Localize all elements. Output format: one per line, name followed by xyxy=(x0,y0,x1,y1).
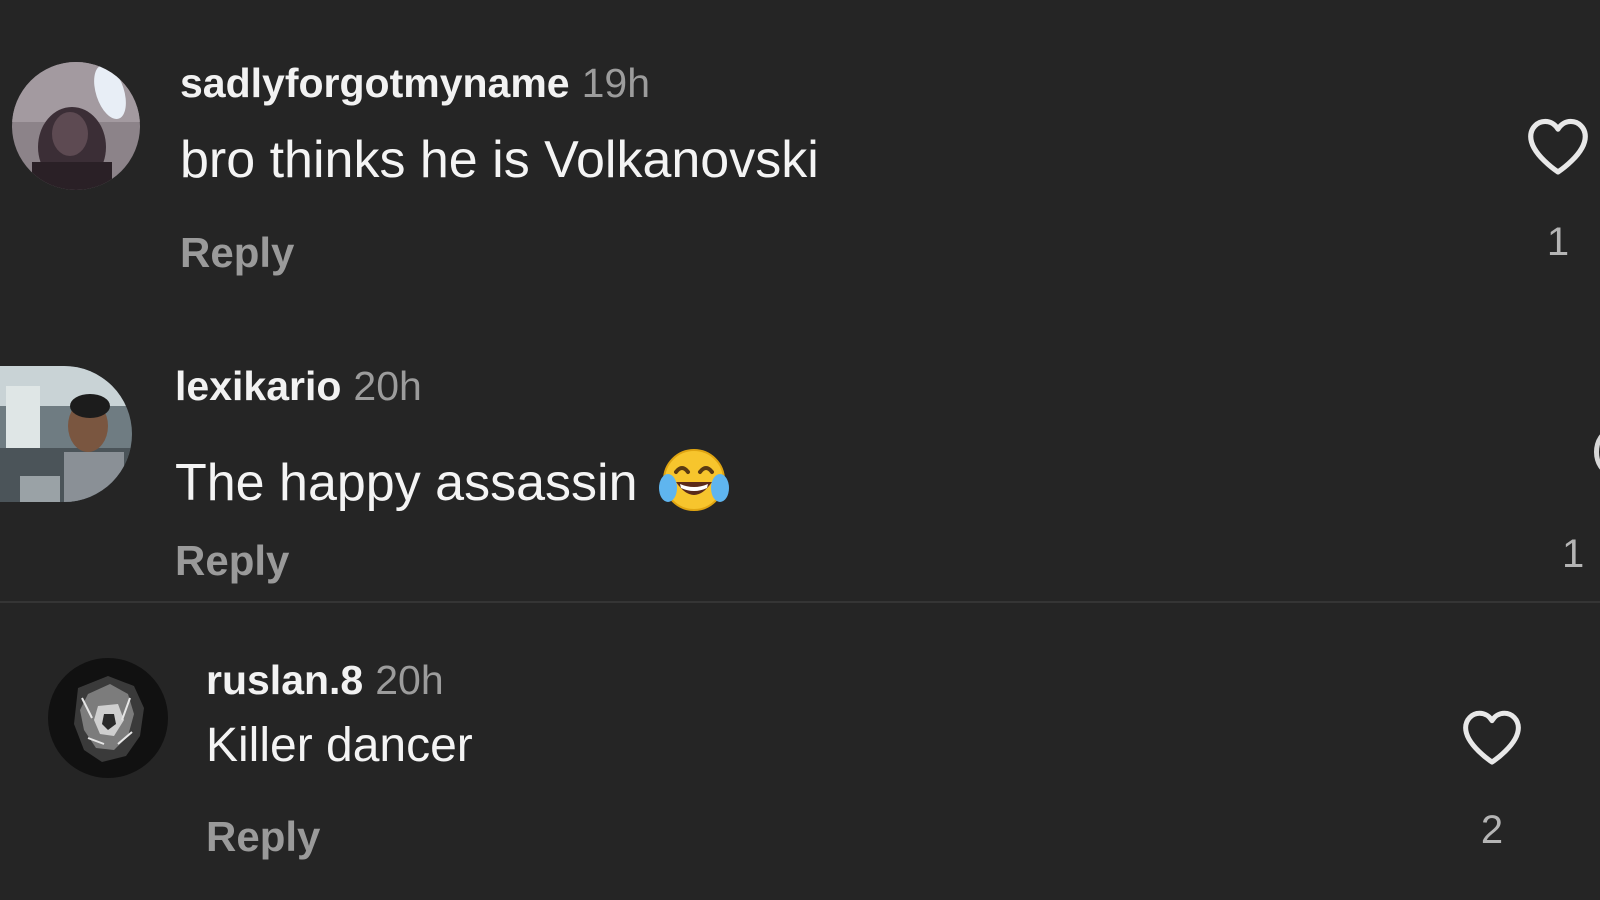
heart-icon xyxy=(1528,118,1588,175)
comment-text-content: The happy assassin xyxy=(175,454,638,512)
avatar-image xyxy=(0,366,132,502)
avatar[interactable] xyxy=(48,658,168,778)
heart-icon[interactable] xyxy=(1594,430,1600,474)
comment-time: 20h xyxy=(375,657,444,703)
comment-time: 19h xyxy=(581,60,651,106)
reply-button[interactable]: Reply xyxy=(180,232,294,274)
heart-icon xyxy=(1463,710,1521,765)
avatar-image xyxy=(48,658,168,778)
reply-button[interactable]: Reply xyxy=(175,540,289,582)
like-count: 1 xyxy=(1546,220,1570,264)
comment-username[interactable]: sadlyforgotmyname xyxy=(180,60,570,106)
comment-text: The happy assassin xyxy=(175,442,730,514)
comment-meta: sadlyforgotmyname 19h xyxy=(180,63,650,104)
avatar-image xyxy=(12,62,140,190)
comment-text: Killer dancer xyxy=(206,719,473,772)
like-button[interactable] xyxy=(1524,116,1592,176)
like-button[interactable] xyxy=(1458,708,1526,766)
avatar[interactable] xyxy=(12,62,140,190)
comment-time: 20h xyxy=(353,363,422,409)
avatar[interactable] xyxy=(0,366,132,502)
face-with-tears-of-joy-icon xyxy=(658,442,730,514)
like-count: 1 xyxy=(1562,532,1585,576)
comment-username[interactable]: ruslan.8 xyxy=(206,657,363,703)
comments-screen: sadlyforgotmyname 19h bro thinks he is Vo… xyxy=(0,0,1600,900)
reply-button[interactable]: Reply xyxy=(206,816,320,858)
divider xyxy=(0,601,1600,603)
like-count: 2 xyxy=(1480,808,1504,852)
comment-meta: lexikario 20h xyxy=(175,366,422,407)
comment-text: bro thinks he is Volkanovski xyxy=(180,131,819,189)
comment-meta: ruslan.8 20h xyxy=(206,660,444,701)
comment-username[interactable]: lexikario xyxy=(175,363,341,409)
